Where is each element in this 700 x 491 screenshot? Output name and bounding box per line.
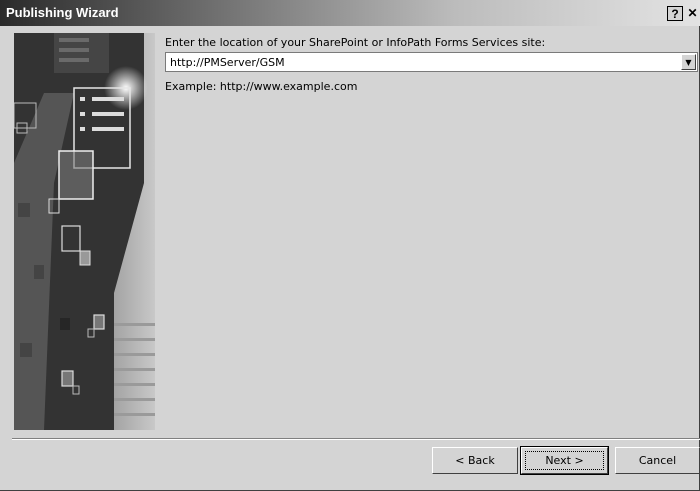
cancel-button[interactable]: Cancel (615, 447, 700, 474)
location-prompt: Enter the location of your SharePoint or… (165, 36, 546, 49)
close-button[interactable]: ✕ (685, 6, 700, 21)
back-button[interactable]: < Back (432, 447, 518, 474)
window-title: Publishing Wizard (6, 5, 119, 20)
side-graphic-illustration (14, 33, 155, 430)
wizard-side-graphic (14, 33, 155, 430)
chevron-down-icon[interactable]: ▼ (681, 54, 696, 70)
next-button[interactable]: Next > (520, 446, 609, 475)
title-bar: Publishing Wizard ? ✕ (0, 0, 700, 26)
site-location-combobox[interactable]: ▼ (165, 52, 698, 72)
publishing-wizard-window: Publishing Wizard ? ✕ Enter the location… (0, 0, 700, 491)
site-location-input[interactable] (168, 54, 680, 70)
help-button[interactable]: ? (667, 6, 683, 21)
focus-rect (525, 451, 604, 470)
example-text: Example: http://www.example.com (165, 80, 358, 93)
footer-separator-highlight (12, 439, 700, 440)
